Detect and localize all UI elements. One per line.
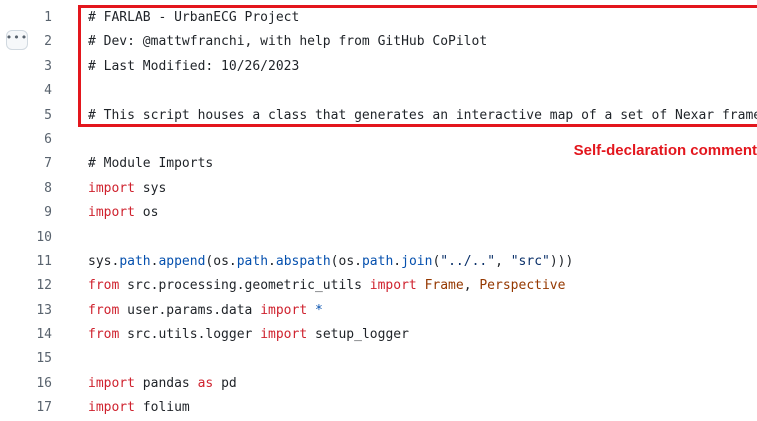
code-token: pandas [134,375,198,391]
line-number[interactable]: 4 [0,79,52,103]
code-token: sys. [88,253,120,269]
code-token: import [260,327,308,343]
line-content: # Last Modified: 10/26/2023 [88,55,299,79]
code-line: 17 import folium [0,396,757,420]
code-token: import [88,205,135,221]
code-token: (os. [205,253,237,269]
line-content: from src.processing.geometric_utils impo… [88,274,565,298]
line-number[interactable]: 13 [0,299,52,323]
line-content: from user.params.data import * [88,299,323,323]
line-content: # Module Imports [88,152,213,176]
ellipsis-icon: ••• [5,31,29,44]
code-token: path [361,253,394,269]
code-token: import [88,180,135,196]
line-number[interactable]: 7 [0,152,52,176]
code-token: pd [213,375,237,391]
code-token: from [88,302,120,318]
code-token: from [88,278,120,294]
code-token: os [134,205,159,221]
code-token: Frame [424,278,464,294]
code-line: 3 # Last Modified: 10/26/2023 [0,55,757,79]
code-line: 1 # FARLAB - UrbanECG Project [0,6,757,30]
code-token: Perspective [479,278,566,294]
code-token: # Dev: @mattwfranchi, with help from Git… [88,34,488,50]
code-token: folium [134,400,190,416]
code-token: user.params.data [119,302,261,318]
code-line: 8 import sys [0,177,757,201]
code-line: 16 import pandas as pd [0,372,757,396]
code-token: import [88,375,135,391]
code-token: "../.." [440,253,496,269]
code-token: src.processing.geometric_utils [119,278,370,294]
code-token: ))) [549,253,574,269]
code-line: 11 sys.path.append(os.path.abspath(os.pat… [0,250,757,274]
line-number[interactable]: 10 [0,226,52,250]
code-token: import [369,278,417,294]
line-content: from src.utils.logger import setup_logge… [88,323,409,347]
code-line: 10 [0,226,757,250]
code-token: src.utils.logger [119,327,261,343]
code-line: 4 [0,79,757,103]
line-number[interactable]: 14 [0,323,52,347]
line-options-button[interactable]: ••• [6,30,28,50]
line-content: import os [88,201,158,225]
code-token: . [393,253,402,269]
annotation-label: Self-declaration comment [573,142,757,159]
line-number[interactable]: 5 [0,104,52,128]
code-token: abspath [275,253,331,269]
line-number[interactable]: 16 [0,372,52,396]
line-content: import pandas as pd [88,372,237,396]
code-token: # Last Modified: 10/26/2023 [88,58,300,74]
code-token: as [197,375,214,391]
code-token: , [495,253,511,269]
code-token: setup_logger [307,327,409,343]
line-content: import sys [88,177,166,201]
line-number[interactable]: 12 [0,274,52,298]
code-token: # Module Imports [88,156,214,172]
code-line: 5 # This script houses a class that gener… [0,104,757,128]
code-token: # This script houses a class that genera… [88,107,757,123]
code-line: 12 from src.processing.geometric_utils im… [0,274,757,298]
code-token: join [401,253,433,269]
line-number[interactable]: 17 [0,396,52,420]
code-line: 13 from user.params.data import * [0,299,757,323]
code-token: "src" [510,253,550,269]
code-view: 1 # FARLAB - UrbanECG Project 2 # Dev: @mat… [0,6,757,421]
code-token: * [315,302,323,318]
code-line: 14 from src.utils.logger import setup_log… [0,323,757,347]
line-number[interactable]: 9 [0,201,52,225]
code-token: # FARLAB - UrbanECG Project [88,10,300,25]
code-token: . [268,253,276,269]
code-token: path [236,253,269,269]
line-content: import folium [88,396,190,420]
code-token: from [88,327,120,343]
code-token: append [158,253,206,269]
line-number[interactable]: 8 [0,177,52,201]
line-number[interactable]: 3 [0,55,52,79]
code-token: sys [134,180,167,196]
code-token: import [260,302,308,318]
code-line: 15 [0,347,757,371]
code-line: 2 # Dev: @mattwfranchi, with help from Gi… [0,30,757,54]
line-content: # Dev: @mattwfranchi, with help from Git… [88,30,487,54]
line-number[interactable]: 6 [0,128,52,152]
code-token: path [119,253,151,269]
code-token: import [88,400,135,416]
line-content: # FARLAB - UrbanECG Project [88,6,299,30]
line-number[interactable]: 11 [0,250,52,274]
line-number[interactable]: 1 [0,6,52,30]
code-line: 9 import os [0,201,757,225]
code-token: , [463,278,480,294]
line-number[interactable]: 15 [0,347,52,371]
line-content: sys.path.append(os.path.abspath(os.path.… [88,250,573,274]
line-content: # This script houses a class that genera… [88,104,757,128]
code-token: (os. [330,253,362,269]
